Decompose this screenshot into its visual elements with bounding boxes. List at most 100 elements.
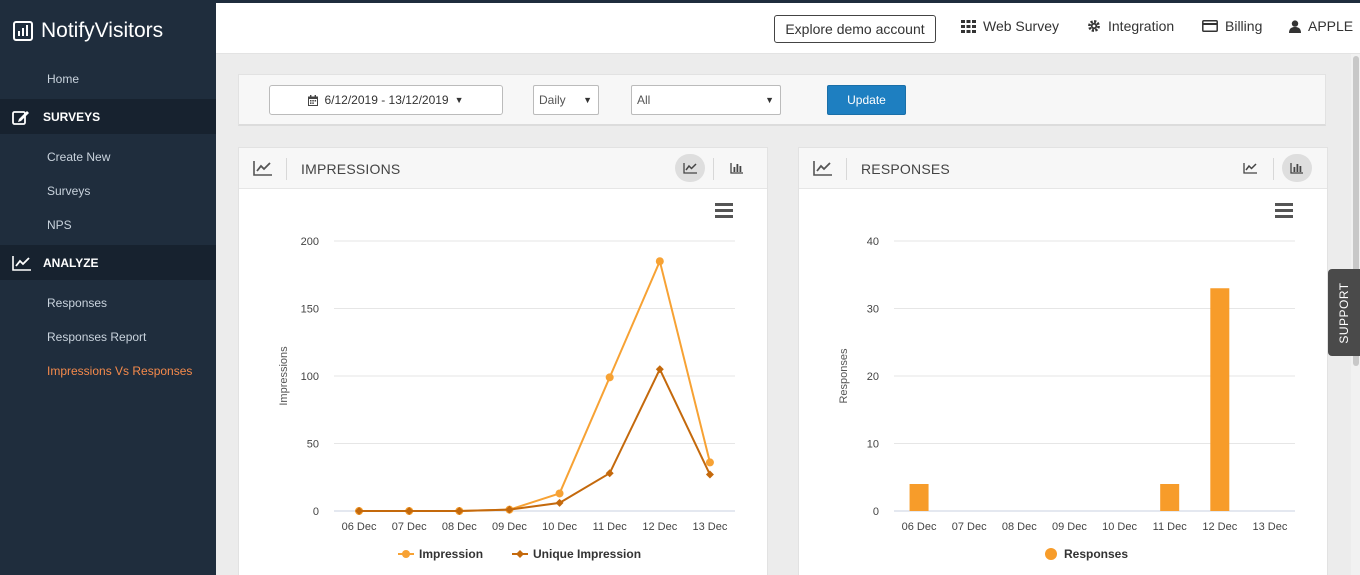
line-view-toggle[interactable]: [1235, 154, 1265, 182]
data-point: [655, 365, 664, 374]
y-tick-label: 10: [867, 439, 879, 451]
bar: [1210, 288, 1230, 511]
x-tick-label: 12 Dec: [1202, 521, 1237, 533]
calendar-icon: [308, 94, 319, 106]
sidebar-section-label: ANALYZE: [43, 255, 99, 270]
data-point: [555, 489, 564, 498]
x-tick-label: 08 Dec: [442, 521, 477, 533]
integration-link[interactable]: Integration: [1087, 18, 1174, 34]
x-tick-label: 07 Dec: [952, 521, 987, 533]
y-tick-label: 40: [867, 236, 879, 248]
web-survey-link[interactable]: Web Survey: [961, 18, 1059, 34]
billing-label: Billing: [1225, 18, 1263, 34]
sidebar-item-impressions-vs-responses[interactable]: Impressions Vs Responses: [0, 354, 216, 388]
logo-icon: [13, 21, 33, 41]
support-label: SUPPORT: [1337, 281, 1351, 344]
series-line: [359, 366, 711, 512]
top-bar: Explore demo account Web Survey Integrat…: [216, 0, 1360, 54]
date-range-picker[interactable]: 6/12/2019 - 13/12/2019 ▼: [269, 85, 503, 115]
credit-card-icon: [1202, 20, 1218, 32]
y-axis-label: Impressions: [278, 346, 290, 406]
integration-label: Integration: [1108, 18, 1175, 34]
responses-chart: 0 10 20 30 40 Responses 06 Dec 07 Dec 08 Dec 09 D…: [838, 236, 1295, 561]
date-range-value: 6/12/2019 - 13/12/2019: [324, 93, 449, 107]
user-name: APPLE: [1308, 18, 1354, 34]
panel-header: RESPONSES: [799, 148, 1327, 189]
y-tick-label: 30: [867, 304, 879, 316]
sidebar-item-responses[interactable]: Responses: [0, 286, 216, 320]
x-tick-label: 12 Dec: [642, 521, 677, 533]
y-tick-label: 50: [307, 439, 319, 451]
line-chart-icon: [253, 161, 272, 176]
sidebar-section-analyze[interactable]: ANALYZE: [0, 245, 216, 280]
web-survey-label: Web Survey: [983, 18, 1059, 34]
x-tick-label: 09 Dec: [1052, 521, 1087, 533]
divider: [713, 158, 714, 180]
impressions-chart: 0 50 100 150 200 Impressions 06 Dec 07 Dec 08 De…: [278, 236, 735, 561]
billing-link[interactable]: Billing: [1202, 18, 1262, 34]
data-point: [705, 458, 714, 467]
legend-marker: [402, 550, 410, 558]
sidebar-item-nps[interactable]: NPS: [0, 208, 216, 242]
user-menu[interactable]: APPLE: [1289, 18, 1353, 34]
line-chart-icon: [682, 163, 697, 174]
x-tick-label: 11 Dec: [1153, 521, 1188, 533]
y-tick-label: 20: [867, 371, 879, 383]
x-tick-label: 06 Dec: [342, 521, 377, 533]
data-point: [655, 257, 664, 266]
y-tick-label: 150: [301, 304, 319, 316]
bar-chart-icon: [1290, 163, 1303, 174]
line-chart-icon: [813, 161, 832, 176]
x-tick-label: 13 Dec: [693, 521, 728, 533]
survey-value: All: [637, 93, 651, 107]
legend-label: Unique Impression: [533, 547, 641, 561]
panel-title: RESPONSES: [861, 161, 950, 177]
y-axis-label: Responses: [838, 348, 850, 404]
series-line: [359, 258, 711, 512]
legend-label: Impression: [419, 547, 483, 561]
bar-chart-icon: [730, 163, 743, 174]
x-tick-label: 11 Dec: [593, 521, 628, 533]
y-tick-label: 0: [873, 506, 879, 518]
sidebar: NotifyVisitors Home SURVEYS Create New S…: [0, 0, 216, 575]
bar-view-toggle[interactable]: [1282, 154, 1312, 182]
sidebar-item-create-new[interactable]: Create New: [0, 140, 216, 174]
sidebar-section-label: SURVEYS: [43, 109, 101, 124]
sidebar-item-responses-report[interactable]: Responses Report: [0, 320, 216, 354]
legend-label: Responses: [1064, 547, 1128, 561]
sidebar-item-home[interactable]: Home: [0, 62, 216, 96]
line-chart-icon: [12, 255, 32, 271]
panel-header: IMPRESSIONS: [239, 148, 767, 189]
bar: [1160, 484, 1180, 511]
divider: [1273, 158, 1274, 180]
bar-view-toggle[interactable]: [722, 154, 752, 182]
gear-icon: [1088, 20, 1100, 32]
user-icon: [1289, 19, 1301, 33]
divider: [846, 158, 847, 180]
y-tick-label: 100: [301, 371, 319, 383]
data-point: [705, 470, 714, 479]
line-view-toggle[interactable]: [675, 154, 705, 182]
interval-value: Daily: [539, 93, 566, 107]
responses-panel: RESPONSES 0 10 20 30 40 Responses 06 Dec 07 Dec…: [798, 147, 1328, 575]
brand[interactable]: NotifyVisitors: [0, 0, 216, 62]
y-tick-label: 0: [313, 506, 319, 518]
x-tick-label: 10 Dec: [542, 521, 577, 533]
edit-icon: [12, 109, 32, 125]
interval-select[interactable]: Daily ▼: [533, 85, 599, 115]
x-tick-label: 06 Dec: [902, 521, 937, 533]
legend-marker: [516, 550, 524, 558]
divider: [286, 158, 287, 180]
sidebar-section-surveys[interactable]: SURVEYS: [0, 99, 216, 134]
sidebar-item-surveys[interactable]: Surveys: [0, 174, 216, 208]
explore-demo-button[interactable]: Explore demo account: [774, 15, 936, 43]
x-tick-label: 09 Dec: [492, 521, 527, 533]
legend-marker: [1045, 548, 1057, 560]
brand-name: NotifyVisitors: [41, 19, 164, 42]
data-point: [605, 373, 614, 382]
x-tick-label: 08 Dec: [1002, 521, 1037, 533]
panel-title: IMPRESSIONS: [301, 161, 401, 177]
support-tab[interactable]: SUPPORT: [1328, 269, 1360, 356]
update-button[interactable]: Update: [827, 85, 906, 115]
survey-select[interactable]: All ▼: [631, 85, 781, 115]
